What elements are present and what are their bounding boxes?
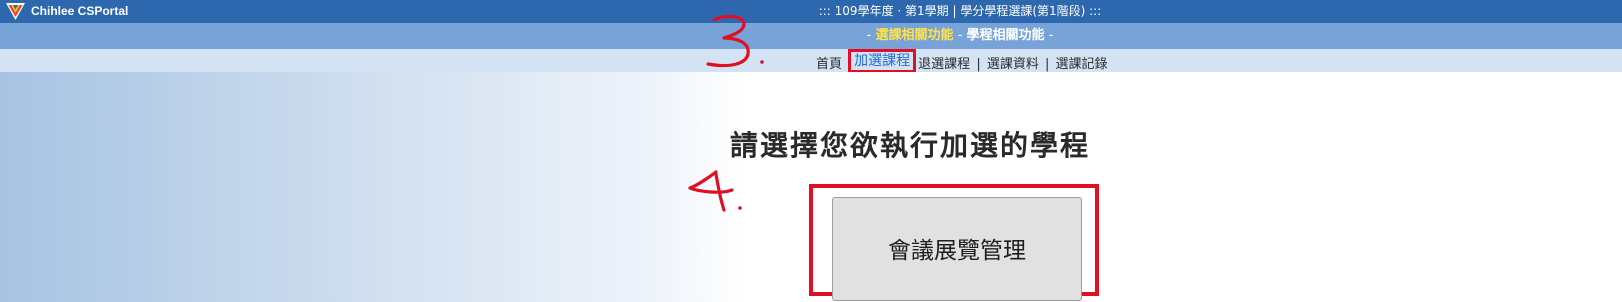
function-menu-prefix: - [866, 28, 876, 43]
nav-add-course-link[interactable]: 加選課程 [848, 49, 917, 73]
nav-selection-data-link[interactable]: 選課資料 [987, 57, 1039, 72]
portal-brand: Chihlee CSPortal [31, 4, 129, 18]
function-menu: - 選課相關功能 - 學程相關功能 - [760, 27, 1160, 45]
nav-separator: | [1045, 57, 1050, 72]
main-content: 請選擇您欲執行加選的學程 會議展覽管理 [0, 72, 1622, 302]
course-selection-functions-link[interactable]: 選課相關功能 [876, 28, 954, 43]
chihlee-logo-icon [6, 3, 25, 20]
handwritten-step-4-annotation [688, 170, 742, 212]
nav-selection-record-link[interactable]: 選課記錄 [1056, 57, 1108, 72]
nav-home-link[interactable]: 首頁 [816, 57, 842, 72]
handwritten-step-3-annotation [706, 14, 764, 68]
page: Chihlee CSPortal ::: 109學年度 · 第1學期 | 學分學… [0, 0, 1622, 302]
program-select-button[interactable]: 會議展覽管理 [832, 197, 1082, 301]
nav-bar: 首頁 加選課程 退選課程 | 選課資料 | 選課記錄 [0, 49, 1622, 73]
nav-drop-course-link[interactable]: 退選課程 [918, 57, 970, 72]
function-menu-separator: - [953, 28, 967, 43]
function-bar: - 選課相關功能 - 學程相關功能 - [0, 23, 1622, 49]
function-menu-suffix: - [1044, 28, 1054, 43]
program-functions-link[interactable]: 學程相關功能 [966, 28, 1044, 43]
top-header-bar: Chihlee CSPortal ::: 109學年度 · 第1學期 | 學分學… [0, 0, 1622, 23]
nav-separator: | [976, 57, 981, 72]
page-heading: 請選擇您欲執行加選的學程 [730, 129, 1091, 162]
